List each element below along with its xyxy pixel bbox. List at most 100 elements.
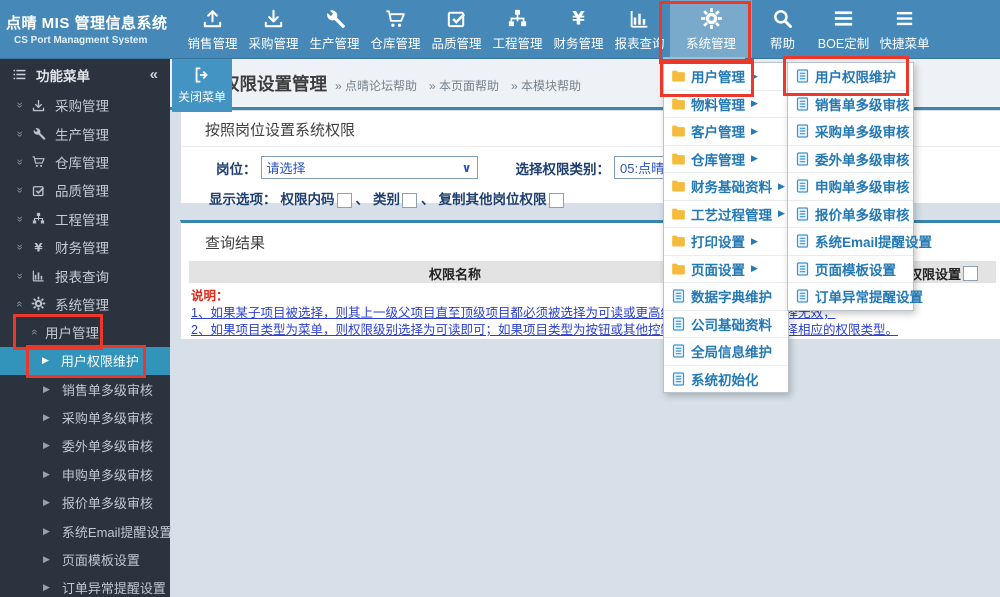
topbar-item-finance[interactable]: ¥ 财务管理 — [548, 0, 609, 58]
gear-icon — [31, 296, 46, 311]
submenu-item-order-alert[interactable]: 订单异常提醒设置 — [788, 283, 923, 310]
doc-icon — [794, 178, 811, 194]
option-checkbox-1[interactable] — [336, 192, 352, 208]
sidebar-collapse-button[interactable]: « — [150, 66, 158, 83]
menu-item-finance-base[interactable]: 财务基础资料 ▶ — [664, 173, 788, 201]
topbar-item-label: 品质管理 — [431, 36, 482, 51]
topbar-item-label: 采购管理 — [248, 36, 299, 51]
sidebar-header: 功能菜单 « — [0, 58, 170, 91]
menu-item-label: 物料管理 — [691, 97, 745, 113]
sidebar-item-system[interactable]: » 系统管理 — [0, 290, 170, 318]
submenu-item-outsource-audit[interactable]: 委外单多级审核 — [788, 146, 913, 173]
wrench-icon — [31, 126, 46, 141]
sidebar-item-reports[interactable]: » 报表查询 — [0, 261, 170, 289]
submenu-item-requisition-audit[interactable]: 申购单多级审核 — [788, 173, 913, 201]
menu-item-material-mgmt[interactable]: 物料管理 ▶ — [664, 91, 788, 118]
sidebar-item-finance[interactable]: » ¥ 财务管理 — [0, 233, 170, 261]
chevron-down-icon: » — [13, 130, 26, 137]
select-all-checkbox[interactable] — [963, 266, 978, 281]
topbar-item-reports[interactable]: 报表查询 — [609, 0, 670, 58]
topbar-item-label: 帮助 — [769, 36, 795, 51]
topbar-item-engineering[interactable]: 工程管理 — [487, 0, 548, 58]
menu-item-system-init[interactable]: 系统初始化 — [664, 366, 788, 393]
position-select[interactable]: 请选择 ∨ — [260, 156, 478, 179]
submenu-arrow-icon: ▶ — [751, 125, 758, 136]
close-menu-button[interactable]: 关闭菜单 — [172, 58, 232, 112]
doc-icon — [794, 206, 811, 222]
topbar-item-boe[interactable]: BOE定制 — [813, 0, 874, 58]
menu-item-global-info[interactable]: 全局信息维护 — [664, 338, 788, 366]
sidebar-item-user-mgmt[interactable]: » 用户管理 — [0, 318, 170, 346]
breadcrumb-item[interactable]: » 本模块帮助 — [511, 79, 581, 93]
sidebar-item-label: 用户权限维护 — [60, 354, 139, 370]
yen-icon: ¥ — [31, 240, 46, 255]
sidebar-item-label: 工程管理 — [55, 212, 109, 228]
topbar-item-warehouse[interactable]: 仓库管理 — [365, 0, 426, 58]
topbar-item-help[interactable]: 帮助 — [752, 0, 813, 58]
doc-icon — [794, 233, 811, 249]
doc-icon — [794, 151, 811, 167]
gear-icon — [700, 7, 723, 30]
sidebar-item-warehouse[interactable]: » 仓库管理 — [0, 148, 170, 176]
sidebar-item-email-remind[interactable]: ▶ 系统Email提醒设置 — [0, 517, 172, 545]
menu-item-label: 委外单多级审核 — [815, 152, 910, 168]
triangle-right-icon: ▶ — [43, 582, 50, 593]
svg-text:¥: ¥ — [34, 240, 43, 254]
sidebar-item-outsource-audit[interactable]: ▶ 委外单多级审核 — [0, 432, 170, 460]
sidebar-item-purchase-audit[interactable]: ▶ 采购单多级审核 — [0, 403, 170, 431]
submenu-item-page-template[interactable]: 页面模板设置 — [788, 256, 913, 283]
menu-item-page-setting[interactable]: 页面设置 ▶ — [664, 256, 788, 283]
menu-item-customer-mgmt[interactable]: 客户管理 ▶ — [664, 118, 788, 146]
sidebar-item-engineering[interactable]: » 工程管理 — [0, 205, 170, 233]
menu-item-print-setting[interactable]: 打印设置 ▶ — [664, 228, 788, 256]
doc-icon — [794, 123, 811, 139]
submenu-item-email-remind[interactable]: 系统Email提醒设置 — [788, 228, 932, 256]
topbar-item-quality[interactable]: 品质管理 — [426, 0, 487, 58]
chevron-down-icon: » — [13, 158, 26, 166]
sidebar-item-sales-audit[interactable]: ▶ 销售单多级审核 — [0, 375, 170, 403]
submenu-item-quote-audit[interactable]: 报价单多级审核 — [788, 201, 913, 228]
folder-icon — [670, 151, 687, 167]
sidebar-item-production[interactable]: » 生产管理 — [0, 119, 170, 147]
sidebar-item-purchase[interactable]: » 采购管理 — [0, 91, 170, 119]
submenu-item-sales-audit[interactable]: 销售单多级审核 — [788, 91, 913, 118]
menu-item-label: 系统Email提醒设置 — [815, 235, 933, 251]
sidebar-item-order-alert[interactable]: ▶ 订单异常提醒设置 — [0, 574, 170, 597]
submenu-item-purchase-audit[interactable]: 采购单多级审核 — [788, 118, 913, 146]
menu-item-user-mgmt[interactable]: 用户管理 ▶ — [664, 63, 788, 91]
submenu-item-user-perm[interactable]: 用户权限维护 — [788, 63, 913, 91]
menu-item-company-base[interactable]: 公司基础资料 — [664, 311, 788, 338]
sitemap-icon — [31, 211, 46, 226]
topbar-item-sales[interactable]: 销售管理 — [182, 0, 243, 58]
chevron-down-icon: » — [13, 102, 26, 109]
folder-icon — [670, 261, 687, 277]
folder-icon — [670, 123, 687, 139]
rows-icon — [832, 7, 855, 30]
topbar-item-purchase[interactable]: 采购管理 — [243, 0, 304, 58]
topbar-item-label: 工程管理 — [492, 36, 543, 51]
sidebar-item-requisition-audit[interactable]: ▶ 申购单多级审核 — [0, 460, 170, 488]
doc-icon — [670, 371, 687, 387]
sidebar-header-label: 功能菜单 — [36, 68, 90, 84]
topbar-item-system[interactable]: 系统管理 — [670, 0, 752, 58]
breadcrumb-item[interactable]: » 本页面帮助 — [429, 79, 499, 93]
sidebar-item-quality[interactable]: » 品质管理 — [0, 176, 170, 204]
menu-item-label: 全局信息维护 — [691, 345, 772, 361]
chevron-down-icon: ∨ — [461, 160, 472, 175]
menu-item-label: 页面设置 — [691, 262, 745, 278]
option-checkbox-3[interactable] — [548, 192, 564, 208]
breadcrumb-item[interactable]: » 点晴论坛帮助 — [335, 79, 417, 93]
option-checkbox-2[interactable] — [402, 192, 417, 208]
chevron-up-icon: » — [13, 300, 26, 307]
sidebar-item-user-perm[interactable]: ▶ 用户权限维护 — [0, 346, 170, 375]
menu-item-data-dict[interactable]: 数据字典维护 — [664, 283, 788, 311]
triangle-right-icon: ▶ — [43, 525, 50, 536]
sidebar-item-label: 报表查询 — [55, 269, 109, 285]
sidebar-item-quote-audit[interactable]: ▶ 报价单多级审核 — [0, 488, 170, 516]
menu-item-label: 数据字典维护 — [691, 290, 772, 306]
topbar-item-quickmenu[interactable]: 快捷菜单 — [874, 0, 935, 58]
sidebar-item-page-template[interactable]: ▶ 页面模板设置 — [0, 545, 170, 573]
menu-item-warehouse-mgmt[interactable]: 仓库管理 ▶ — [664, 146, 788, 173]
topbar-item-production[interactable]: 生产管理 — [304, 0, 365, 58]
menu-item-process-mgmt[interactable]: 工艺过程管理 ▶ — [664, 201, 788, 228]
